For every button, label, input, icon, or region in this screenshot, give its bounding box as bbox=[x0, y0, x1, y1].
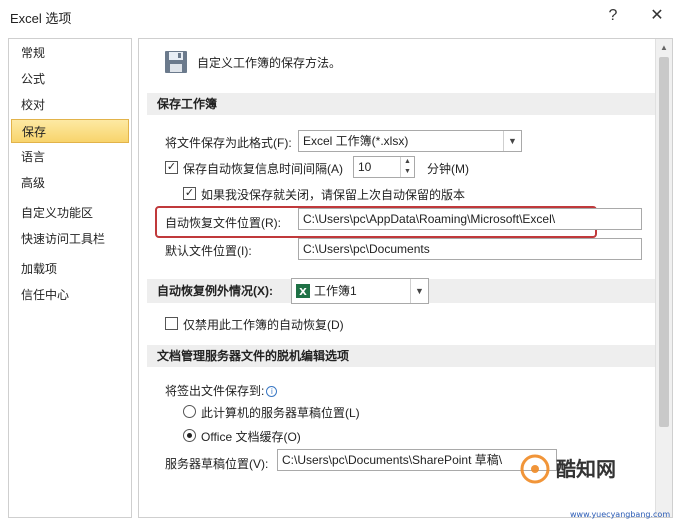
autorecover-minutes-value: 10 bbox=[358, 160, 372, 174]
sidebar-item-customize-ribbon[interactable]: 自定义功能区 bbox=[11, 201, 129, 225]
exceptions-workbook-value: 工作簿1 bbox=[314, 284, 357, 298]
sidebar-item-save[interactable]: 保存 bbox=[11, 119, 129, 143]
sidebar: 常规 公式 校对 保存 语言 高级 自定义功能区 快速访问工具栏 加载项 信任中… bbox=[8, 38, 132, 518]
scroll-up-icon[interactable]: ▲ bbox=[656, 41, 672, 55]
watermark-bottom-text: www.yuecyangbang.com bbox=[570, 510, 670, 519]
sidebar-item-proofing[interactable]: 校对 bbox=[11, 93, 129, 117]
help-button[interactable]: ? bbox=[600, 4, 626, 28]
format-label: 将文件保存为此格式(F): bbox=[165, 136, 292, 150]
svg-text:X: X bbox=[299, 287, 307, 298]
disable-autorecover-checkbox[interactable] bbox=[165, 317, 178, 330]
header-text: 自定义工作簿的保存方法。 bbox=[197, 56, 342, 70]
minutes-label: 分钟(M) bbox=[427, 162, 469, 176]
sidebar-item-addins[interactable]: 加载项 bbox=[11, 257, 129, 281]
sidebar-item-quick-access[interactable]: 快速访问工具栏 bbox=[11, 227, 129, 251]
default-location-label: 默认文件位置(I): bbox=[165, 244, 252, 258]
title-bar: Excel 选项 ? ✕ bbox=[0, 0, 681, 32]
exceptions-title: 自动恢复例外情况(X): bbox=[157, 284, 273, 298]
chevron-down-icon: ▼ bbox=[410, 279, 428, 303]
watermark-logo: 酷知网 www.yuecyangbang.com bbox=[448, 454, 670, 519]
sidebar-item-trust-center[interactable]: 信任中心 bbox=[11, 283, 129, 307]
checkout-label-text: 将签出文件保存到: bbox=[165, 384, 265, 398]
excel-workbook-icon: X bbox=[296, 284, 310, 298]
close-button[interactable]: ✕ bbox=[644, 4, 670, 28]
autorecover-label: 保存自动恢复信息时间间隔(A) bbox=[183, 162, 343, 176]
autorecover-checkbox[interactable]: ✓ bbox=[165, 161, 178, 174]
exceptions-workbook-dropdown[interactable]: X 工作簿1 ▼ bbox=[291, 278, 429, 304]
keep-last-version-label: 如果我没保存就关闭，请保留上次自动保留的版本 bbox=[201, 188, 466, 202]
section-save-workbooks: 保存工作簿 bbox=[147, 93, 655, 115]
sidebar-item-general[interactable]: 常规 bbox=[11, 41, 129, 65]
section-offline-editing: 文档管理服务器文件的脱机编辑选项 bbox=[147, 345, 655, 367]
checkout-label: 将签出文件保存到: i bbox=[165, 382, 278, 399]
spin-arrows-icon[interactable]: ▲ ▼ bbox=[400, 157, 414, 177]
autorecover-minutes-spinner[interactable]: 10 ▲ ▼ bbox=[353, 156, 415, 178]
default-location-input[interactable]: C:\Users\pc\Documents bbox=[298, 238, 642, 260]
sidebar-item-advanced[interactable]: 高级 bbox=[11, 171, 129, 195]
format-value: Excel 工作簿(*.xlsx) bbox=[303, 134, 409, 148]
window-title: Excel 选项 bbox=[10, 11, 72, 26]
autorecover-location-input[interactable]: C:\Users\pc\AppData\Roaming\Microsoft\Ex… bbox=[298, 208, 642, 230]
radio-server-drafts[interactable] bbox=[183, 405, 196, 418]
radio-office-cache[interactable] bbox=[183, 429, 196, 442]
server-drafts-label: 此计算机的服务器草稿位置(L) bbox=[201, 406, 360, 420]
save-disk-icon bbox=[165, 51, 187, 73]
scroll-thumb[interactable] bbox=[659, 57, 669, 427]
watermark-top-text: 酷知网 bbox=[556, 457, 616, 481]
info-icon[interactable]: i bbox=[266, 386, 278, 397]
sidebar-item-formulas[interactable]: 公式 bbox=[11, 67, 129, 91]
keep-last-version-checkbox[interactable]: ✓ bbox=[183, 187, 196, 200]
chevron-down-icon: ▼ bbox=[503, 131, 521, 151]
office-cache-label: Office 文档缓存(O) bbox=[201, 430, 301, 444]
sidebar-item-language[interactable]: 语言 bbox=[11, 145, 129, 169]
main-panel: 自定义工作簿的保存方法。 保存工作簿 将文件保存为此格式(F): Excel 工… bbox=[138, 38, 673, 518]
format-dropdown[interactable]: Excel 工作簿(*.xlsx) ▼ bbox=[298, 130, 522, 152]
autorecover-location-label: 自动恢复文件位置(R): bbox=[165, 216, 281, 230]
drafts-location-label: 服务器草稿位置(V): bbox=[165, 457, 269, 471]
disable-autorecover-label: 仅禁用此工作簿的自动恢复(D) bbox=[183, 318, 344, 332]
watermark: 酷知网 www.yuecyangbang.com bbox=[420, 447, 675, 523]
